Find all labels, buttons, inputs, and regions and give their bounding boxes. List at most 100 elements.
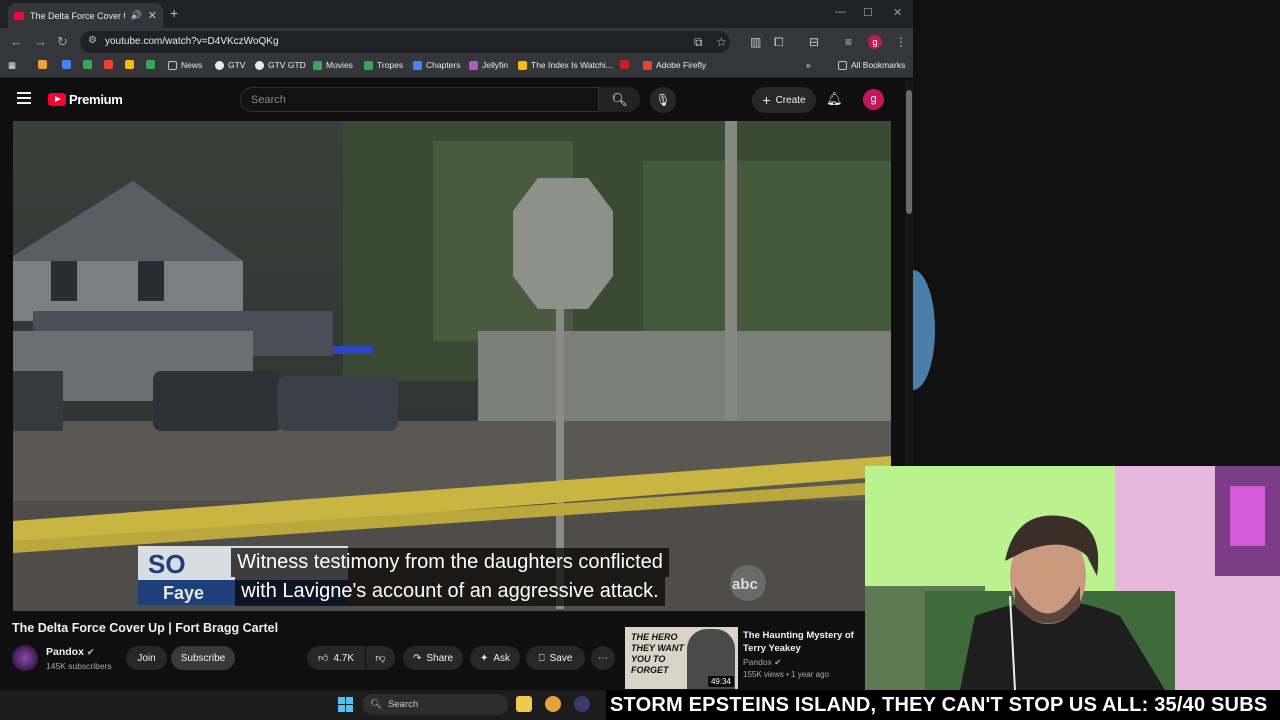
desktop-background — [891, 0, 1280, 470]
site-info-icon[interactable]: ⚙ — [88, 35, 97, 46]
recommended-channel[interactable]: Pandox ✔ — [743, 657, 781, 668]
new-tab-icon[interactable]: + — [170, 5, 178, 21]
all-bookmarks-label: All Bookmarks — [851, 60, 906, 70]
bookmark-icon-1[interactable] — [38, 60, 47, 69]
subtitle-line-2: with Lavigne's account of an aggressive … — [235, 577, 665, 606]
tab-strip: The Delta Force Cover Up | 🔊 ✕ + — ☐ ✕ — [0, 0, 913, 28]
abc-logo: abc — [732, 576, 758, 593]
dislike-button[interactable]: 👎︎ — [366, 646, 395, 670]
cast-icon[interactable]: ⧉ — [694, 35, 703, 50]
apps-grid-icon[interactable]: ▦ — [8, 60, 16, 71]
gmail-icon[interactable] — [104, 60, 113, 69]
webcam-overlay — [865, 466, 1280, 690]
profile-avatar[interactable]: g — [868, 35, 882, 49]
bookmark-label: Movies — [326, 60, 353, 70]
video-title: The Delta Force Cover Up | Fort Bragg Ca… — [12, 621, 279, 635]
bookmark-movies[interactable]: Movies — [313, 60, 353, 70]
sidepanel-icon[interactable]: ⊟ — [809, 35, 819, 49]
maximize-icon[interactable]: ☐ — [863, 6, 873, 19]
file-explorer-icon[interactable] — [516, 696, 532, 712]
puzzle-icon[interactable]: ⧠ — [774, 35, 784, 50]
like-count: 4.7K — [333, 652, 355, 664]
scrollbar-thumb[interactable] — [906, 90, 912, 214]
speaker-icon[interactable]: 🔊 — [131, 10, 142, 21]
browser-window: The Delta Force Cover Up | 🔊 ✕ + — ☐ ✕ ←… — [0, 0, 913, 690]
save-label: Save — [549, 652, 573, 664]
bookmark-icon-5[interactable] — [125, 60, 134, 69]
channel-avatar[interactable] — [12, 645, 38, 671]
account-avatar[interactable]: g — [863, 89, 884, 110]
app-icon-orange[interactable] — [545, 696, 561, 712]
bookmark-the-index[interactable]: The Index Is Watchi... — [518, 60, 613, 70]
search-button[interactable]: 🔍︎ — [598, 87, 640, 112]
video-subtitles: Witness testimony from the daughters con… — [205, 548, 695, 606]
save-button[interactable]: ⎕ Save — [526, 646, 585, 670]
app-icon-4k[interactable] — [574, 696, 590, 712]
join-button[interactable]: Join — [126, 646, 167, 670]
more-actions-button[interactable]: ⋯ — [591, 646, 615, 670]
notifications-bell-icon[interactable]: 🔔︎ — [826, 91, 843, 107]
bookmark-jellyfin[interactable]: Jellyfin — [469, 60, 508, 70]
bookmark-icon-3[interactable] — [83, 60, 92, 69]
youtube-logo[interactable]: Premium — [48, 92, 123, 107]
plus-icon: + — [762, 92, 771, 108]
video-player[interactable]: SO Faye abc — [13, 121, 891, 611]
bookmark-gtv[interactable]: GTV — [215, 60, 245, 70]
taskbar-search[interactable]: 🔍︎ Search — [362, 694, 508, 715]
bookmark-label: Jellyfin — [482, 60, 508, 70]
subscribe-button[interactable]: Subscribe — [171, 646, 235, 670]
forward-icon[interactable]: → — [34, 34, 47, 49]
address-bar[interactable]: ⚙ youtube.com/watch?v=D4VKczWoQKg — [80, 31, 730, 53]
bookmarks-overflow-icon[interactable]: » — [806, 60, 811, 70]
media-icon[interactable]: ≡ — [845, 35, 852, 49]
share-button[interactable]: ↷ Share — [403, 646, 463, 670]
recommended-channel-name: Pandox — [743, 657, 772, 667]
url-text[interactable]: youtube.com/watch?v=D4VKczWoQKg — [105, 36, 279, 47]
bookmark-chapters[interactable]: Chapters — [413, 60, 461, 70]
bookmark-icon-red[interactable] — [620, 60, 629, 69]
bookmark-gtv-gtd[interactable]: GTV GTD — [255, 60, 306, 70]
thumbs-up-icon: 👍︎ — [317, 653, 329, 664]
minimize-icon[interactable]: — — [835, 6, 846, 18]
desktop-wallpaper — [891, 270, 935, 390]
recommended-thumbnail[interactable]: THE HERO THEY WANT YOU TO FORGET 49:34 — [625, 627, 738, 689]
search-input[interactable] — [251, 92, 591, 108]
voice-search-button[interactable]: 🎙︎ — [650, 87, 676, 113]
bookmark-label: Adobe Firefly — [656, 60, 707, 70]
bookmark-icon-6[interactable] — [146, 60, 155, 69]
bookmark-adobe-firefly[interactable]: Adobe Firefly — [643, 60, 706, 70]
create-button[interactable]: + Create — [752, 87, 816, 113]
bookmark-news[interactable]: News — [168, 60, 202, 70]
video-frame: SO Faye abc — [13, 121, 891, 611]
extension-icon[interactable]: ▥ — [750, 35, 761, 49]
bookmark-label: GTV — [228, 60, 246, 70]
youtube-header: Premium 🔍︎ 🎙︎ + Create 🔔︎ g — [0, 80, 905, 120]
verified-icon: ✔ — [774, 657, 782, 667]
bookmark-label: The Index Is Watchi... — [531, 60, 613, 70]
share-icon: ↷ — [412, 652, 422, 664]
bookmark-star-icon[interactable]: ☆ — [716, 35, 727, 49]
back-icon[interactable]: ← — [10, 34, 23, 49]
like-button[interactable]: 👍︎ 4.7K — [307, 646, 365, 670]
reload-icon[interactable]: ↻ — [57, 34, 68, 50]
video-duration: 49:34 — [707, 676, 734, 687]
lower-third-text-2: Faye — [163, 583, 204, 603]
search-box — [240, 87, 640, 112]
tab-active[interactable]: The Delta Force Cover Up | 🔊 ✕ — [8, 3, 163, 28]
windows-start-icon[interactable] — [338, 697, 353, 712]
recommended-title[interactable]: The Haunting Mystery of Terry Yeakey — [743, 629, 868, 655]
ask-label: Ask — [493, 652, 511, 664]
hamburger-menu-icon[interactable] — [17, 92, 31, 104]
menu-kebab-icon[interactable]: ⋮ — [895, 35, 907, 49]
bookmark-tropes[interactable]: Tropes — [364, 60, 403, 70]
channel-name[interactable]: Pandox ✔ — [46, 646, 94, 658]
bookmark-icon-2[interactable] — [62, 60, 71, 69]
close-tab-icon[interactable]: ✕ — [148, 9, 157, 22]
all-bookmarks[interactable]: All Bookmarks — [838, 60, 905, 70]
more-horizontal-icon: ⋯ — [598, 652, 608, 664]
bookmark-label: Tropes — [377, 60, 404, 70]
ask-button[interactable]: ✦ Ask — [470, 646, 520, 670]
tab-title: The Delta Force Cover Up | — [30, 10, 125, 21]
create-label: Create — [775, 94, 806, 106]
close-window-icon[interactable]: ✕ — [893, 6, 902, 19]
